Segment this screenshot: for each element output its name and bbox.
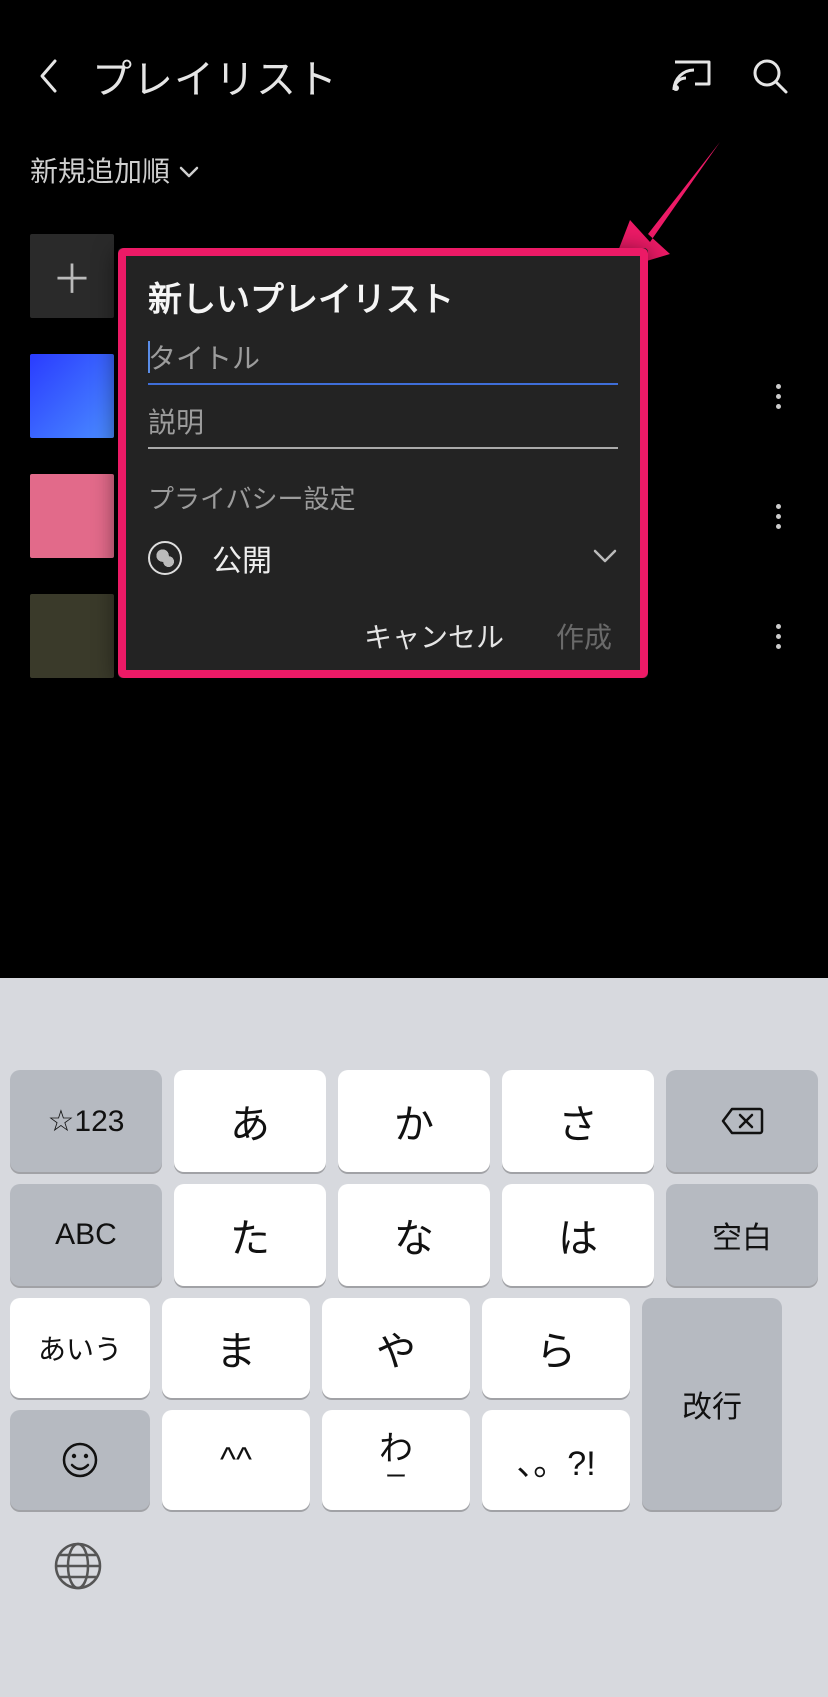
search-icon [751,57,789,95]
chevron-down-icon [178,154,200,186]
key-globe[interactable] [52,1540,112,1600]
page-title: プレイリスト [92,47,338,105]
globe-icon [52,1540,104,1592]
create-button[interactable]: 作成 [552,610,616,662]
description-input[interactable] [148,403,618,449]
sort-label: 新規追加順 [30,150,170,190]
key-a[interactable]: あ [174,1070,326,1172]
key-ma[interactable]: ま [162,1298,310,1398]
key-space[interactable]: 空白 [666,1184,818,1286]
key-wa[interactable]: わ ー [322,1410,470,1510]
search-button[interactable] [740,46,800,106]
keyboard-footer [0,1510,828,1630]
key-ta[interactable]: た [174,1184,326,1286]
key-mode-kana[interactable]: あいう [10,1298,150,1398]
description-field-wrap [148,403,618,449]
chevron-down-icon [592,548,618,569]
key-backspace[interactable] [666,1070,818,1172]
back-button[interactable] [28,56,68,96]
dialog-highlight: 新しいプレイリスト プライバシー設定 公開 キャンセル 作成 [118,248,648,678]
playlist-thumbnail [30,594,114,678]
privacy-value: 公開 [212,536,592,580]
playlist-thumbnail [30,354,114,438]
title-input[interactable] [148,339,618,385]
key-mode-abc[interactable]: ABC [10,1184,162,1286]
cast-button[interactable] [662,46,722,106]
privacy-dropdown[interactable]: 公開 [126,526,640,604]
backspace-icon [720,1106,764,1136]
key-sa[interactable]: さ [502,1070,654,1172]
key-punct[interactable]: 、。?! [482,1410,630,1510]
key-mode-num[interactable]: ☆123 [10,1070,162,1172]
title-field-wrap [148,339,618,385]
cast-icon [672,59,712,93]
chevron-left-icon [37,58,59,94]
sort-dropdown[interactable]: 新規追加順 [0,126,828,198]
more-vertical-icon [776,504,781,529]
key-ra[interactable]: ら [482,1298,630,1398]
playlist-thumbnail [30,474,114,558]
key-na[interactable]: な [338,1184,490,1286]
key-ya[interactable]: や [322,1298,470,1398]
more-vertical-icon [776,384,781,409]
more-vertical-icon [776,624,781,649]
emoji-icon [60,1440,100,1480]
key-caret[interactable]: ^^ [162,1410,310,1510]
more-button[interactable] [758,616,798,656]
globe-icon [148,541,182,575]
dialog-buttons: キャンセル 作成 [126,604,640,664]
app-header: プレイリスト [0,26,828,126]
plus-icon: ＋ [30,234,114,318]
key-emoji[interactable] [10,1410,150,1510]
key-wa-sub: ー [385,1466,407,1488]
key-ka[interactable]: か [338,1070,490,1172]
text-caret-icon [148,341,150,373]
key-ha[interactable]: は [502,1184,654,1286]
more-button[interactable] [758,376,798,416]
key-wa-main: わ [379,1432,413,1466]
software-keyboard: ☆123 あ か さ ABC た な は 空白 あいう ま や ら 改行 [0,978,828,1697]
dialog-title: 新しいプレイリスト [126,268,640,339]
privacy-section-label: プライバシー設定 [126,467,640,526]
cancel-button[interactable]: キャンセル [360,610,508,662]
new-playlist-dialog: 新しいプレイリスト プライバシー設定 公開 キャンセル 作成 [118,248,648,678]
key-return[interactable]: 改行 [642,1298,782,1510]
more-button[interactable] [758,496,798,536]
